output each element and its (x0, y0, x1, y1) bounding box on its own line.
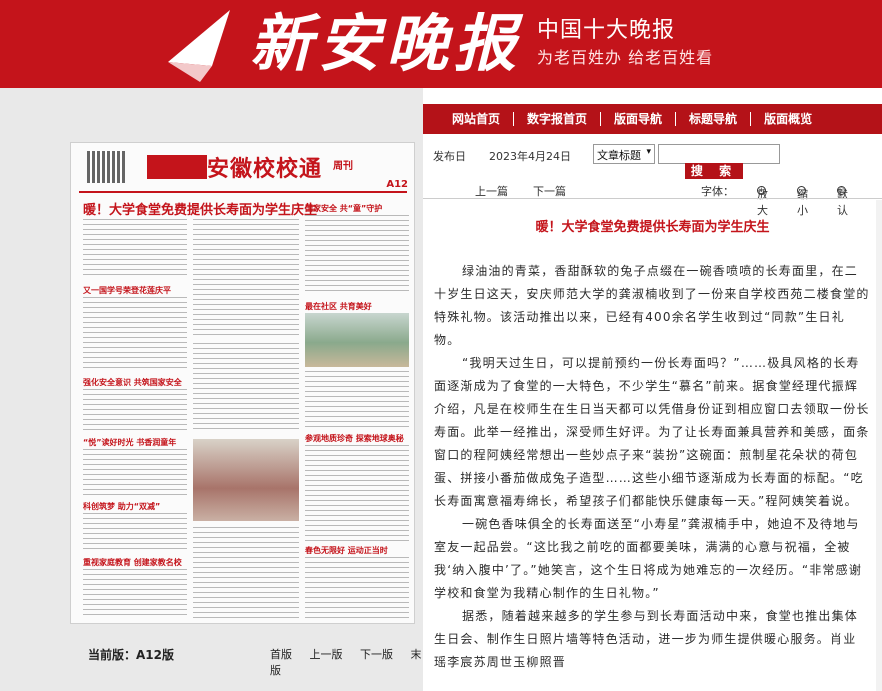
article-paragraph: 一碗色香味俱全的长寿面送至“小寿星”龚淑楠手中，她迫不及待地与室友一起品尝。“这… (434, 517, 863, 600)
plus-circle-icon: + (757, 186, 766, 195)
reset-circle-icon: ○ (837, 186, 846, 195)
paper-headline[interactable]: 暖！大学食堂免费提供长寿面为学生庆生 (83, 199, 317, 218)
news-photo[interactable] (193, 439, 299, 521)
newspaper-page-image[interactable]: 安徽校校通 周刊 A12 暖！大学食堂免费提供长寿面为学生庆生 又一国学号荣登花… (70, 142, 415, 624)
article-scrollbar[interactable] (876, 200, 882, 691)
masthead-weekly: 周刊 (333, 161, 353, 172)
paper-text-block (305, 445, 409, 541)
article-title: 暖！大学食堂免费提供长寿面为学生庆生 (535, 220, 770, 235)
logo-text[interactable]: 新安晚报 (250, 6, 522, 82)
search-field-select[interactable]: 文章标题 ▾ (593, 144, 655, 164)
date-value[interactable]: 2023年4月24日 (489, 148, 571, 164)
paper-masthead: 安徽校校通 周刊 A12 (71, 143, 414, 193)
newspaper-logo-icon (168, 10, 230, 82)
chevron-down-icon: ▾ (646, 147, 651, 157)
masthead-rule (79, 191, 407, 193)
nav-item-page-nav[interactable]: 版面导航 (601, 112, 677, 126)
paper-subheading[interactable]: 最在社区 共育美好 (305, 301, 372, 312)
paper-subheading[interactable]: 又一国学号荣登花莲庆平 (83, 285, 171, 296)
date-label: 发布日 (433, 150, 466, 163)
divider (423, 198, 882, 199)
qr-code-icon (87, 151, 125, 183)
paper-text-block (83, 219, 187, 277)
masthead-red-block (147, 155, 207, 179)
slogan-main: 中国十大晚报 (537, 18, 676, 43)
paper-text-block (305, 371, 409, 427)
next-article-link[interactable]: 下一篇 (533, 183, 566, 199)
masthead-title: 安徽校校通 (207, 156, 323, 182)
paper-text-block (83, 297, 187, 371)
paper-text-block (305, 557, 409, 619)
edition-link-next[interactable]: 下一版 (360, 648, 393, 661)
paper-subheading[interactable]: 国家安全 共“童”守护 (305, 203, 382, 214)
site-header-banner: 新安晚报 中国十大晚报 为老百姓办 给老百姓看 (0, 0, 882, 88)
paper-subheading[interactable]: 科创筑梦 助力“双减” (83, 501, 160, 512)
article-paragraph: 绿油油的青菜，香甜酥软的兔子点缀在一碗香喷喷的长寿面里，在二十岁生日这天，安庆师… (434, 264, 870, 347)
article-body: 绿油油的青菜，香甜酥软的兔子点缀在一碗香喷喷的长寿面里，在二十岁生日这天，安庆师… (434, 260, 870, 674)
paper-subheading[interactable]: 春色无限好 运动正当时 (305, 545, 388, 556)
nav-item-digital-home[interactable]: 数字报首页 (514, 112, 602, 126)
edition-nav: 首版 上一版 下一版 末版 (270, 646, 423, 678)
minus-circle-icon: − (797, 186, 806, 195)
newspaper-page-panel: 安徽校校通 周刊 A12 暖！大学食堂免费提供长寿面为学生庆生 又一国学号荣登花… (0, 88, 423, 691)
prev-article-link[interactable]: 上一篇 (475, 183, 508, 199)
article-panel: 网站首页 数字报首页 版面导航 标题导航 版面概览 发布日 2023年4月24日… (423, 88, 882, 691)
paper-text-block (83, 389, 187, 431)
paper-text-block (193, 343, 299, 433)
search-button[interactable]: 搜 索 (685, 163, 743, 179)
paper-subheading[interactable]: 重视家庭教育 创建家教名校 (83, 557, 182, 568)
paper-text-block (83, 513, 187, 553)
edition-link-first[interactable]: 首版 (270, 648, 292, 661)
paper-subheading[interactable]: “悦”读好时光 书香润童年 (83, 437, 176, 448)
article-paragraph: 据悉，随着越来越多的学生参与到长寿面活动中来，食堂也推出集体生日会、制作生日照片… (434, 609, 859, 669)
search-bar: 发布日 2023年4月24日 文章标题 ▾ (423, 142, 882, 168)
paper-text-block (83, 449, 187, 495)
paper-text-block (193, 527, 299, 619)
search-field-value: 文章标题 (597, 149, 641, 162)
paper-text-block (83, 569, 187, 619)
slogan-sub: 为老百姓办 给老百姓看 (537, 48, 714, 67)
top-nav: 网站首页 数字报首页 版面导航 标题导航 版面概览 (423, 104, 882, 134)
masthead-page-number: A12 (386, 179, 408, 190)
paper-subheading[interactable]: 强化安全意识 共筑国家安全 (83, 377, 182, 388)
nav-item-overview[interactable]: 版面概览 (751, 112, 825, 126)
edition-link-prev[interactable]: 上一版 (310, 648, 343, 661)
current-edition-label: 当前版：A12版 (88, 648, 174, 662)
nav-item-home[interactable]: 网站首页 (439, 112, 515, 126)
article-paragraph: “我明天过生日，可以提前预约一份长寿面吗？”……极具风格的长寿面逐渐成为了食堂的… (434, 356, 870, 508)
nav-item-title-nav[interactable]: 标题导航 (676, 112, 752, 126)
paper-text-block (193, 219, 299, 339)
news-photo[interactable] (305, 313, 409, 367)
paper-text-block (305, 215, 409, 295)
edition-link-last[interactable]: 末版 (270, 648, 422, 677)
font-size-label: 字体： (701, 185, 734, 198)
paper-subheading[interactable]: 参观地质珍奇 探索地球奥秘 (305, 433, 404, 444)
article-pager: 上一篇 下一篇 字体： 放大 + 缩小 − 默认 ○ (423, 180, 882, 217)
search-input[interactable] (658, 144, 780, 164)
